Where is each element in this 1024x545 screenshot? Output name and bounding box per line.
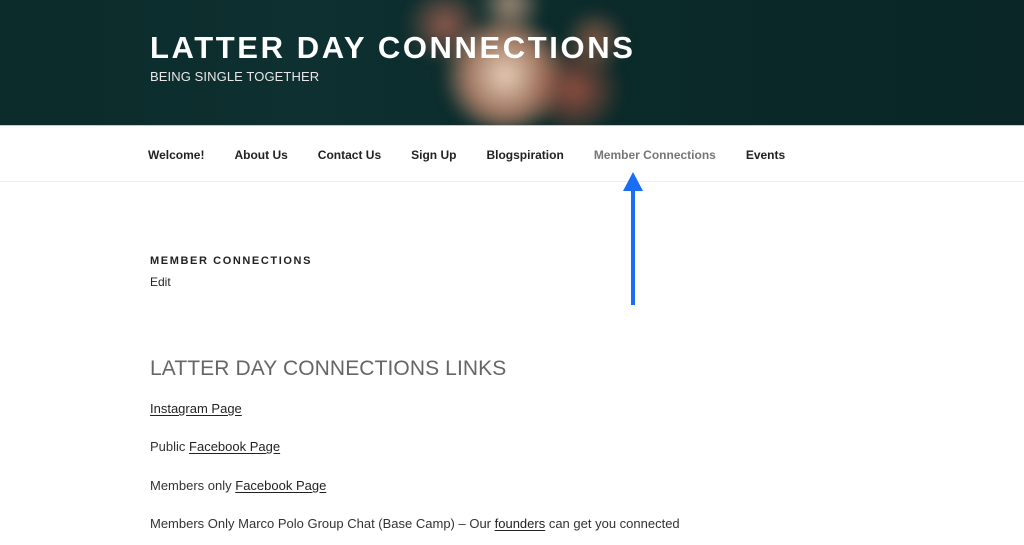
nav-item-about-us[interactable]: About Us (234, 148, 287, 162)
paragraph-text: Members Only Marco Polo Group Chat (Base… (150, 516, 495, 531)
page-title: MEMBER CONNECTIONS (150, 255, 313, 267)
paragraph-text: Members only (150, 478, 236, 493)
annotation-arrow-icon (623, 172, 643, 305)
site-header: LATTER DAY CONNECTIONS BEING SINGLE TOGE… (0, 0, 1024, 125)
nav-item-sign-up[interactable]: Sign Up (411, 148, 456, 162)
nav-item-welcome[interactable]: Welcome! (148, 148, 204, 162)
instagram-page-link[interactable]: Instagram Page (150, 401, 242, 416)
link-paragraph-public-facebook: Public Facebook Page (150, 439, 280, 454)
nav-item-blogspiration[interactable]: Blogspiration (486, 148, 563, 162)
nav-item-contact-us[interactable]: Contact Us (318, 148, 381, 162)
paragraph-text: Public (150, 439, 190, 454)
public-facebook-page-link[interactable]: Facebook Page (189, 439, 280, 454)
members-facebook-page-link[interactable]: Facebook Page (235, 478, 326, 493)
link-paragraph-instagram: Instagram Page (150, 401, 242, 416)
edit-link[interactable]: Edit (150, 275, 171, 289)
site-title[interactable]: LATTER DAY CONNECTIONS (150, 30, 636, 66)
site-description: BEING SINGLE TOGETHER (150, 69, 320, 84)
main-navigation: Welcome! About Us Contact Us Sign Up Blo… (0, 125, 1024, 182)
nav-item-member-connections[interactable]: Member Connections (594, 148, 716, 162)
link-paragraph-marco-polo: Members Only Marco Polo Group Chat (Base… (150, 516, 680, 531)
nav-item-events[interactable]: Events (746, 148, 785, 162)
arrow-shaft (631, 190, 635, 305)
section-heading: LATTER DAY CONNECTIONS LINKS (150, 357, 507, 380)
arrow-head (623, 172, 643, 191)
founders-link[interactable]: founders (495, 516, 546, 531)
paragraph-text: can get you connected (545, 516, 680, 531)
link-paragraph-members-facebook: Members only Facebook Page (150, 478, 326, 493)
